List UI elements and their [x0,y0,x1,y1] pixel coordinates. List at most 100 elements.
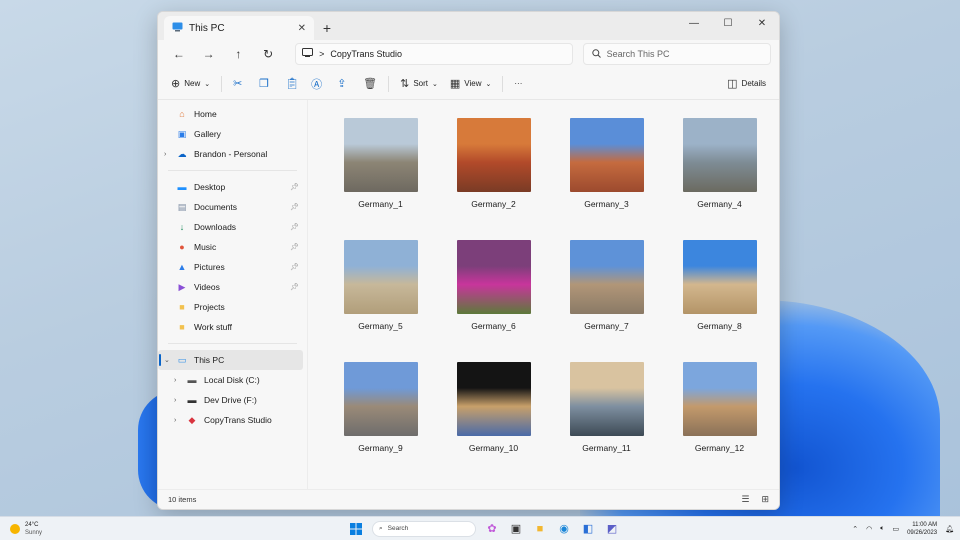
file-item[interactable]: Germany_5 [324,234,437,356]
maximize-button[interactable]: ☐ [711,12,745,34]
teams-icon[interactable]: ◩ [604,521,620,537]
rename-button[interactable]: Ⓐ [306,72,330,96]
sidebar-item-videos[interactable]: ▶ Videos 📌︎ [158,277,307,297]
copy-icon: ❐ [259,78,269,90]
pin-icon[interactable]: 📌︎ [290,283,299,291]
minimize-button[interactable]: — [677,12,711,34]
breadcrumb[interactable]: > CopyTrans Studio [295,43,573,65]
videos-icon: ▶ [178,281,186,292]
sidebar-item-pictures[interactable]: ▲ Pictures 📌︎ [158,257,307,277]
tiles-view-icon[interactable]: ⊞ [761,494,769,505]
search-input[interactable] [606,49,757,59]
file-explorer-taskbar-icon[interactable]: ■ [532,521,548,537]
close-button[interactable]: ✕ [745,12,779,34]
up-button[interactable]: ↑ [226,43,252,65]
file-explorer-window: This PC ✕ + — ☐ ✕ ← → ↑ ↻ > CopyTrans St… [157,11,780,510]
chevron-right-icon[interactable]: › [174,417,176,424]
pin-icon[interactable]: 📌︎ [290,263,299,271]
file-name: Germany_5 [358,321,403,331]
chevron-right-icon[interactable]: › [174,377,176,384]
dev-drive-icon: ▬ [187,395,197,405]
file-item[interactable]: Germany_7 [550,234,663,356]
file-name: Germany_9 [358,443,403,453]
copy-button[interactable]: ❐ [254,72,278,96]
paste-button[interactable]: 📋︎ [280,72,304,96]
sidebar-item-label: Home [194,109,217,119]
weather-widget[interactable]: 24°C Sunny [0,521,200,537]
sidebar-item-dev-drive[interactable]: › ▬ Dev Drive (F:) [158,390,307,410]
folder-icon: ■ [179,322,185,332]
scissors-icon: ✂ [233,78,243,90]
pin-icon[interactable]: 📌︎ [290,203,299,211]
sort-button[interactable]: ⇅ Sort ⌄ [395,72,443,96]
pin-icon[interactable]: 📌︎ [290,243,299,251]
sidebar-item-local-disk[interactable]: › ▬ Local Disk (C:) [158,370,307,390]
new-tab-button[interactable]: + [314,16,340,40]
rename-icon: Ⓐ [311,78,323,91]
sidebar-item-this-pc[interactable]: ⌄ ▭ This PC [158,350,303,370]
view-button[interactable]: ▦ View ⌄ [445,72,496,96]
chevron-down-icon[interactable]: ⌄ [164,356,170,364]
sort-label: Sort [413,79,428,88]
copytrans-icon: ◆ [188,414,196,425]
sidebar-item-desktop[interactable]: ▬ Desktop 📌︎ [158,177,307,197]
file-item[interactable]: Germany_8 [663,234,776,356]
pin-icon[interactable]: 📌︎ [290,183,299,191]
taskbar-search[interactable]: ⌕ Search [372,520,476,537]
sidebar-item-work-stuff[interactable]: ■ Work stuff [158,317,307,337]
file-item[interactable]: Germany_3 [550,112,663,234]
file-item[interactable]: Germany_4 [663,112,776,234]
more-options-button[interactable]: ··· [509,72,533,96]
copilot-icon[interactable]: ✿ [484,521,500,537]
edge-browser-icon[interactable]: ◉ [556,521,572,537]
file-item[interactable]: Germany_10 [437,356,550,478]
cut-button[interactable]: ✂ [228,72,252,96]
file-item[interactable]: Germany_2 [437,112,550,234]
notification-bell-icon[interactable]: 🔔︎ [945,525,954,533]
details-view-icon[interactable]: ☰ [741,494,749,505]
sidebar-item-home[interactable]: ⌂ Home [158,104,307,124]
details-label: Details [741,79,766,88]
toolbar-divider [502,75,504,92]
forward-button[interactable]: → [196,43,222,65]
chevron-right-icon[interactable]: › [164,151,166,158]
temperature: 24°C [25,521,39,528]
command-bar: ⊕ New ⌄ ✂ ❐ 📋︎ Ⓐ ⇪ 🗑︎ ⇅ Sort ⌄ ▦ View ⌄ … [158,68,779,100]
chevron-up-icon[interactable]: ⌃ [852,525,858,533]
volume-icon[interactable]: 🔈︎ [880,525,884,533]
new-button[interactable]: ⊕ New ⌄ [166,72,215,96]
sidebar-item-downloads[interactable]: ↓ Downloads 📌︎ [158,217,307,237]
sidebar-item-documents[interactable]: ▤ Documents 📌︎ [158,197,307,217]
refresh-button[interactable]: ↻ [255,43,281,65]
system-tray: ⌃ ◠ 🔈︎ ▭ 11:00 AM 09/26/2023 🔔︎ [852,521,954,537]
details-pane-button[interactable]: ◫ Details [722,72,771,96]
tab-close-icon[interactable]: ✕ [298,23,306,34]
breadcrumb-current[interactable]: CopyTrans Studio [330,49,402,59]
pictures-icon: ▲ [177,262,187,272]
sidebar-item-music[interactable]: ● Music 📌︎ [158,237,307,257]
pin-icon[interactable]: 📌︎ [290,223,299,231]
task-view-icon[interactable]: ▣ [508,521,524,537]
sidebar-item-projects[interactable]: ■ Projects [158,297,307,317]
tab-this-pc[interactable]: This PC ✕ [164,16,314,40]
file-item[interactable]: Germany_12 [663,356,776,478]
delete-button[interactable]: 🗑︎ [358,72,382,96]
sidebar-item-gallery[interactable]: ▣ Gallery [158,124,307,144]
file-item[interactable]: Germany_11 [550,356,663,478]
share-button[interactable]: ⇪ [332,72,356,96]
file-item[interactable]: Germany_1 [324,112,437,234]
search-box[interactable] [582,43,772,65]
sidebar-item-onedrive[interactable]: › ☁ Brandon - Personal [158,144,307,164]
image-thumbnail [682,118,757,192]
back-button[interactable]: ← [166,43,192,65]
time: 11:00 AM [912,521,938,528]
file-item[interactable]: Germany_9 [324,356,437,478]
file-item[interactable]: Germany_6 [437,234,550,356]
chevron-right-icon[interactable]: › [174,397,176,404]
store-icon[interactable]: ◧ [580,521,596,537]
battery-icon[interactable]: ▭ [892,525,899,533]
windows-start-icon[interactable] [348,521,364,537]
sidebar-item-copytrans-studio[interactable]: › ◆ CopyTrans Studio [158,410,307,430]
clock[interactable]: 11:00 AM 09/26/2023 [907,521,937,537]
wifi-icon[interactable]: ◠ [866,525,872,533]
